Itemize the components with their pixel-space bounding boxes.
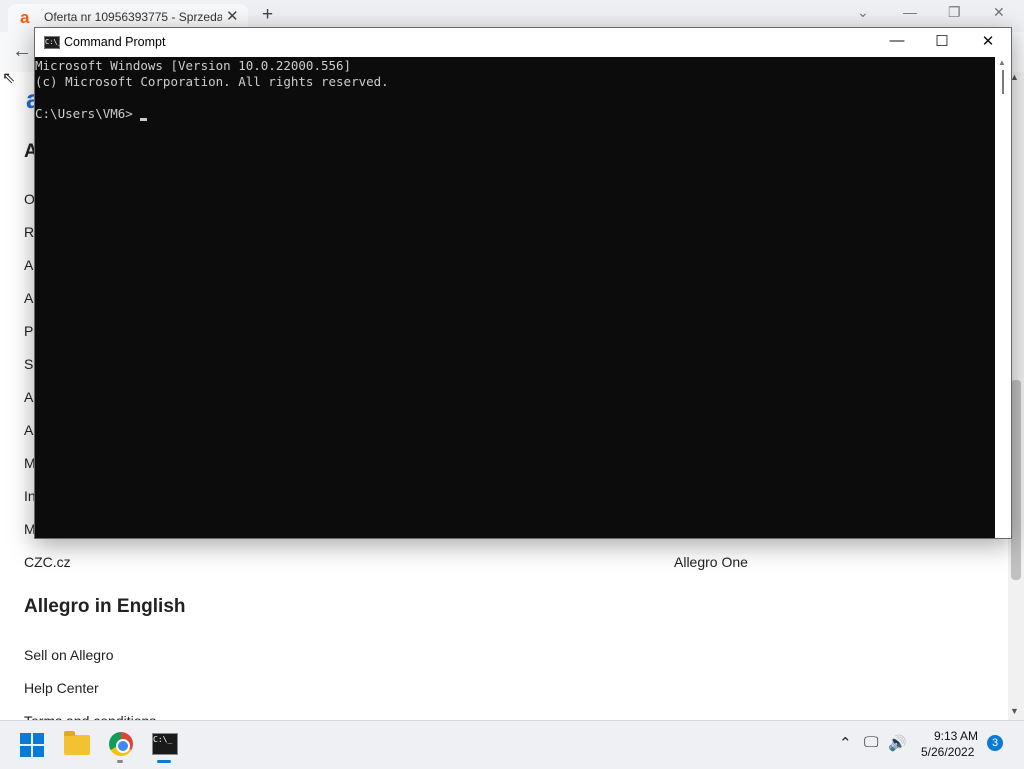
cmd-title-bar[interactable]: C:\_ Command Prompt — ☐ ✕ bbox=[35, 28, 1011, 57]
chrome-running-indicator bbox=[117, 760, 123, 763]
network-icon[interactable]: 🖵 bbox=[864, 734, 878, 751]
cmd-scrollbar[interactable] bbox=[995, 57, 1011, 538]
tab-title: Oferta nr 10956393775 - Sprzedaj bbox=[44, 10, 222, 24]
allegro-in-english-heading: Allegro in English bbox=[24, 596, 186, 617]
terminal-line: (c) Microsoft Corporation. All rights re… bbox=[35, 74, 389, 89]
show-hidden-icons-chevron-icon[interactable]: ⌃ bbox=[839, 734, 852, 752]
cmd-scrollbar-thumb[interactable] bbox=[1002, 70, 1004, 94]
allegro-favicon-icon: a bbox=[20, 8, 30, 27]
cmd-app-icon: C:\_ bbox=[44, 36, 62, 49]
command-prompt-window[interactable]: C:\_ Command Prompt — ☐ ✕ Microsoft Wind… bbox=[34, 27, 1012, 539]
footer-link[interactable]: A bbox=[24, 257, 33, 273]
footer-link[interactable]: A bbox=[24, 290, 33, 306]
sell-on-allegro-link[interactable]: Sell on Allegro bbox=[24, 647, 114, 663]
clock-date[interactable]: 5/26/2022 bbox=[921, 745, 974, 759]
browser-minimize-button[interactable]: — bbox=[903, 4, 917, 20]
volume-icon[interactable]: 🔊 bbox=[888, 734, 907, 752]
text-cursor bbox=[140, 118, 147, 121]
footer-link[interactable]: A bbox=[24, 389, 33, 405]
browser-restore-button[interactable]: ❐ bbox=[948, 4, 961, 21]
file-explorer-icon[interactable] bbox=[64, 731, 90, 755]
windows-start-icon[interactable] bbox=[20, 733, 44, 757]
help-center-link[interactable]: Help Center bbox=[24, 680, 99, 696]
chrome-icon[interactable] bbox=[109, 732, 133, 756]
tab-search-chevron-icon[interactable]: ⌄ bbox=[857, 4, 869, 21]
browser-close-button[interactable]: ✕ bbox=[993, 4, 1005, 21]
cmd-close-button[interactable]: ✕ bbox=[978, 32, 998, 50]
back-arrow-icon[interactable]: ← bbox=[12, 40, 32, 63]
footer-link[interactable]: S bbox=[24, 356, 33, 372]
terminal-prompt: C:\Users\VM6> bbox=[35, 106, 133, 121]
tab-close-icon[interactable]: ✕ bbox=[226, 7, 239, 25]
cmd-maximize-button[interactable]: ☐ bbox=[932, 32, 952, 50]
clock-time[interactable]: 9:13 AM bbox=[934, 729, 978, 743]
command-prompt-active-indicator bbox=[157, 760, 171, 763]
page-scrollbar-thumb[interactable] bbox=[1011, 380, 1021, 580]
notification-badge[interactable]: 3 bbox=[987, 735, 1003, 751]
new-tab-button[interactable]: + bbox=[262, 4, 273, 26]
terminal-line: Microsoft Windows [Version 10.0.22000.55… bbox=[35, 58, 352, 73]
czc-link[interactable]: CZC.cz bbox=[24, 554, 71, 570]
cmd-scroll-up-icon[interactable]: ▲ bbox=[998, 58, 1006, 67]
footer-link[interactable]: P bbox=[24, 323, 33, 339]
terminal-output[interactable]: Microsoft Windows [Version 10.0.22000.55… bbox=[35, 57, 995, 538]
allegro-one-link[interactable]: Allegro One bbox=[674, 554, 748, 570]
page-scroll-down-icon[interactable]: ▼ bbox=[1010, 706, 1019, 716]
cmd-minimize-button[interactable]: — bbox=[887, 32, 907, 49]
command-prompt-taskbar-icon[interactable]: C:\_ bbox=[152, 733, 178, 755]
window-title: Command Prompt bbox=[64, 35, 166, 49]
footer-link[interactable]: A bbox=[24, 422, 33, 438]
footer-link[interactable]: R bbox=[24, 224, 34, 240]
mouse-pointer-icon: ⇖ bbox=[2, 70, 16, 87]
